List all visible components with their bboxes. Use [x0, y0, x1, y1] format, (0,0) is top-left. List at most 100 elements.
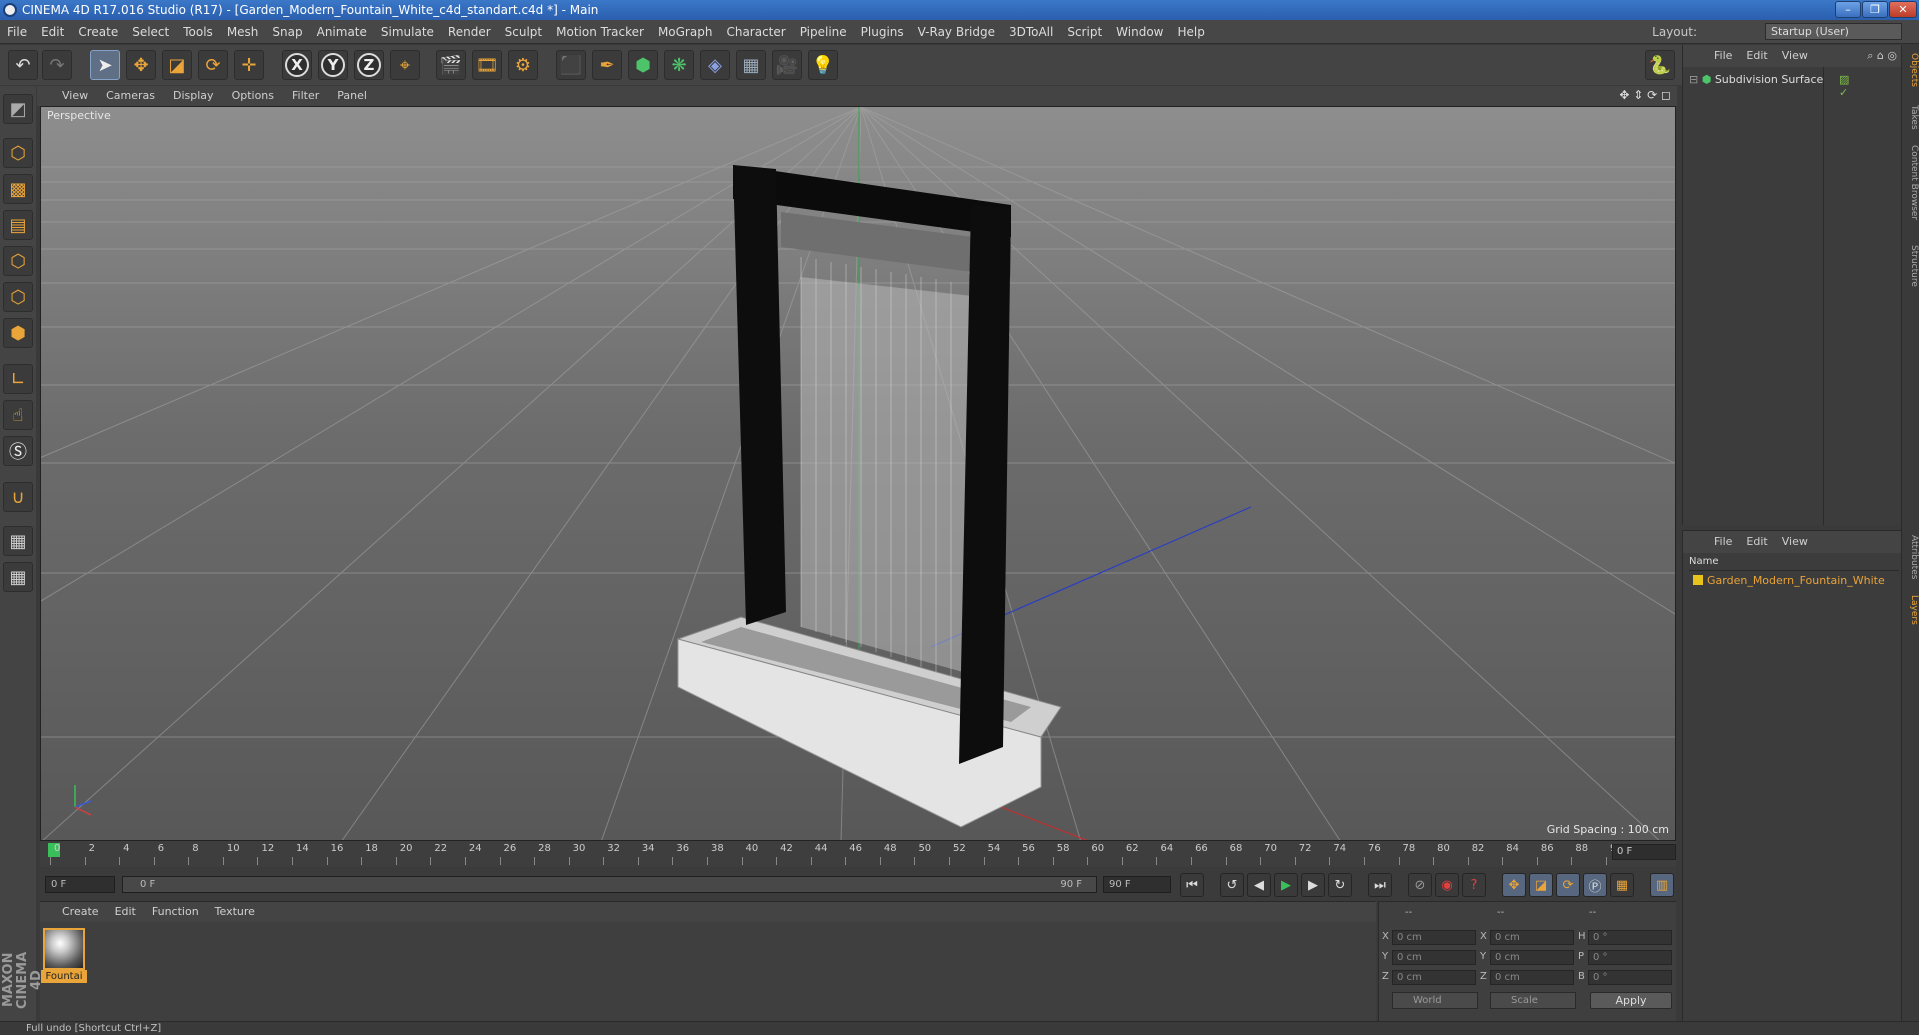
planar-workplane-icon[interactable]: ▦ [3, 562, 33, 592]
move-icon[interactable]: ✥ [126, 50, 156, 80]
menu-plugins[interactable]: Plugins [854, 20, 911, 44]
menu-vray-bridge[interactable]: V-Ray Bridge [911, 20, 1002, 44]
viewport-menu-filter[interactable]: Filter [283, 86, 328, 106]
floor-icon[interactable]: ▦ [736, 50, 766, 80]
coord-rot-field[interactable]: 0 ° [1588, 930, 1672, 945]
rotate-icon[interactable]: ⟳ [198, 50, 228, 80]
fountain-model[interactable] [676, 165, 1062, 828]
undo-icon[interactable]: ↶ [8, 50, 38, 80]
texture-mode-icon[interactable]: ▩ [3, 174, 33, 204]
edit-render-settings-icon[interactable]: ⚙ [508, 50, 538, 80]
frame-range-slider[interactable]: 0 F 90 F [122, 876, 1097, 893]
prev-key-icon[interactable]: ↺ [1220, 873, 1244, 897]
next-frame-icon[interactable]: ▶ [1301, 873, 1325, 897]
menu-edit[interactable]: Edit [34, 20, 71, 44]
object-row-subdivision-surface[interactable]: ⊟ ⬢ Subdivision Surface ▨ ✓ [1689, 73, 1849, 99]
timeline-ruler[interactable]: 0 2 4 6 8 10 12 14 16 18 20 22 24 26 28 30 32 34 36 38 40 42 4… [40, 841, 1676, 867]
material-menu-function[interactable]: Function [144, 902, 207, 922]
menu-3dtoall[interactable]: 3DToAll [1002, 20, 1060, 44]
light-icon[interactable]: 💡 [808, 50, 838, 80]
coord-rot-field[interactable]: 0 ° [1588, 950, 1672, 965]
autokey-icon[interactable]: ◉ [1435, 873, 1459, 897]
python-icon[interactable]: 🐍 [1645, 50, 1675, 80]
keyframe-selection-icon[interactable]: ? [1462, 873, 1486, 897]
deformer-icon[interactable]: ◈ [700, 50, 730, 80]
menu-tools[interactable]: Tools [176, 20, 220, 44]
layer-menu-view[interactable]: View [1775, 531, 1815, 553]
menu-file[interactable]: File [0, 20, 34, 44]
y-axis-icon[interactable]: Y [318, 50, 348, 80]
layout-select[interactable]: Startup (User) [1765, 23, 1902, 40]
perspective-viewport[interactable]: Perspective Grid Spacing : 100 cm [40, 106, 1676, 841]
key-rotation-icon[interactable]: ⟳ [1556, 873, 1580, 897]
next-key-icon[interactable]: ↻ [1328, 873, 1352, 897]
menu-motion-tracker[interactable]: Motion Tracker [549, 20, 651, 44]
polygons-mode-icon[interactable]: ⬢ [3, 318, 33, 348]
live-select-icon[interactable]: ✛ [234, 50, 264, 80]
x-axis-icon[interactable]: X [282, 50, 312, 80]
tab-structure[interactable]: Structure [1903, 245, 1919, 287]
viewport-menu-cameras[interactable]: Cameras [97, 86, 164, 106]
render-picture-viewer-icon[interactable]: 🎞 [472, 50, 502, 80]
menu-animate[interactable]: Animate [310, 20, 374, 44]
coord-pos-field[interactable]: 0 cm [1392, 970, 1476, 985]
axis-mode-icon[interactable]: ∟ [3, 364, 33, 394]
menu-render[interactable]: Render [441, 20, 498, 44]
key-position-icon[interactable]: ✥ [1502, 873, 1526, 897]
menu-simulate[interactable]: Simulate [374, 20, 441, 44]
lock-workplane-icon[interactable]: ▦ [3, 526, 33, 556]
menu-create[interactable]: Create [71, 20, 125, 44]
viewport-menu-options[interactable]: Options [223, 86, 283, 106]
key-scale-icon[interactable]: ◪ [1529, 873, 1553, 897]
tab-objects[interactable]: Objects [1903, 53, 1919, 87]
key-parameter-icon[interactable]: Ⓟ [1583, 873, 1607, 897]
layer-row[interactable]: Garden_Modern_Fountain_White [1693, 574, 1885, 587]
record-keys-icon[interactable]: ⊘ [1408, 873, 1432, 897]
viewport-menu-display[interactable]: Display [164, 86, 223, 106]
menu-snap[interactable]: Snap [265, 20, 309, 44]
coord-mode-scale-select[interactable]: Scale [1490, 992, 1576, 1009]
tab-attributes[interactable]: Attributes [1903, 535, 1919, 579]
coord-size-field[interactable]: 0 cm [1490, 950, 1574, 965]
subdivision-icon[interactable]: ⬢ [628, 50, 658, 80]
tab-layers[interactable]: Layers [1903, 595, 1919, 625]
key-pla-icon[interactable]: ▦ [1610, 873, 1634, 897]
timeline-window-icon[interactable]: ▥ [1650, 873, 1674, 897]
mograph-cloner-icon[interactable]: ❋ [664, 50, 694, 80]
tab-content-browser[interactable]: Content Browser [1903, 145, 1919, 220]
coord-size-field[interactable]: 0 cm [1490, 930, 1574, 945]
object-visibility-icons[interactable]: ▨ ✓ [1839, 73, 1849, 99]
menu-script[interactable]: Script [1060, 20, 1109, 44]
maximize-button[interactable]: ❐ [1862, 1, 1888, 18]
current-frame-field[interactable]: 0 F [1612, 844, 1676, 860]
object-manager-search-icons[interactable]: ⌕ ⌂ ◎ [1867, 49, 1897, 63]
play-icon[interactable]: ▶ [1274, 873, 1298, 897]
object-menu-file[interactable]: File [1707, 45, 1739, 67]
layer-menu-file[interactable]: File [1707, 531, 1739, 553]
menu-character[interactable]: Character [719, 20, 792, 44]
object-menu-view[interactable]: View [1775, 45, 1815, 67]
material-name-label[interactable]: Fountai [41, 970, 87, 983]
material-swatch[interactable] [43, 928, 85, 970]
model-mode-icon[interactable]: ⬡ [3, 138, 33, 168]
apply-button[interactable]: Apply [1590, 992, 1672, 1009]
render-view-icon[interactable]: 🎬 [436, 50, 466, 80]
tab-takes[interactable]: Takes [1903, 105, 1919, 130]
minimize-button[interactable]: – [1835, 1, 1861, 18]
magnet-icon[interactable]: ∪ [3, 482, 33, 512]
camera-icon[interactable]: 🎥 [772, 50, 802, 80]
viewport-menu-panel[interactable]: Panel [328, 86, 376, 106]
coord-size-field[interactable]: 0 cm [1490, 970, 1574, 985]
pen-icon[interactable]: ✒ [592, 50, 622, 80]
snapping-icon[interactable]: Ⓢ [3, 436, 33, 466]
viewport-nav-icons[interactable]: ✥ ⇕ ⟳ ◻ [1619, 88, 1671, 102]
prev-frame-icon[interactable]: ◀ [1247, 873, 1271, 897]
coord-mode-world-select[interactable]: World [1392, 992, 1478, 1009]
select-arrow-icon[interactable]: ➤ [90, 50, 120, 80]
menu-pipeline[interactable]: Pipeline [793, 20, 854, 44]
end-frame-field[interactable]: 90 F [1103, 876, 1171, 893]
scale-icon[interactable]: ◪ [162, 50, 192, 80]
tweak-icon[interactable]: ☝ [3, 400, 33, 430]
menu-mesh[interactable]: Mesh [220, 20, 266, 44]
close-button[interactable]: ✕ [1889, 1, 1917, 18]
